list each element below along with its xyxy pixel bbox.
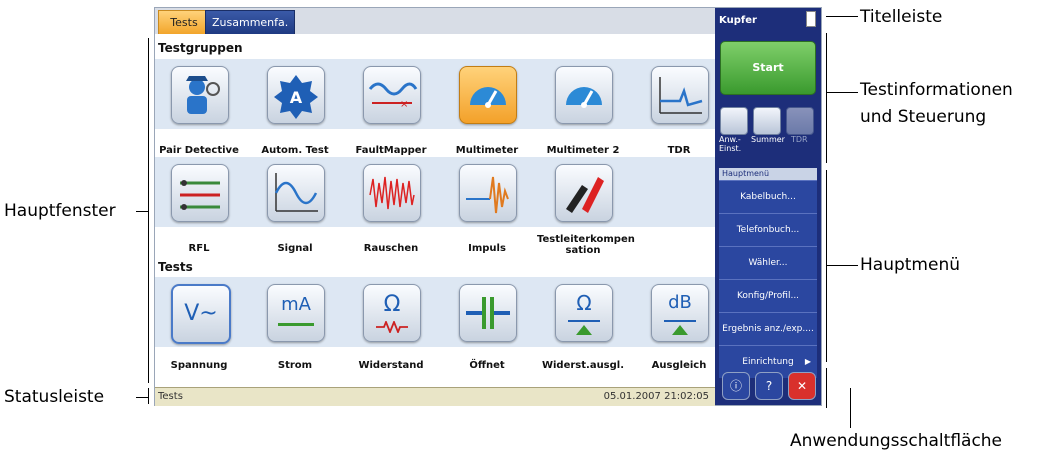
test-label: Widerst.ausgl. [541, 360, 625, 371]
menu-item-cable-book[interactable]: Kabelbuch... [719, 180, 817, 213]
callout-titelleiste: Titelleiste [860, 7, 943, 27]
control-panel: Kupfer Start Anw.-Einst. Summer TDR Haup… [715, 8, 821, 405]
gauge-icon[interactable] [555, 66, 613, 124]
title-bar: Kupfer [715, 8, 821, 32]
icon-row-band [155, 157, 715, 227]
callout-bracket [826, 33, 827, 163]
svg-text:A: A [290, 88, 303, 107]
help-icon[interactable]: ? [755, 372, 783, 400]
icon-row-band [155, 59, 715, 129]
callout-anwendung: Anwendungsschaltfläche [790, 431, 1003, 451]
callout-statusleiste: Statusleiste [4, 387, 105, 407]
current-glyph: mA [281, 294, 311, 315]
menu-item-config-profile[interactable]: Konfig/Profil... [719, 279, 817, 312]
testgroup-label: Pair Detective [159, 145, 239, 156]
small-button-label: TDR [791, 135, 808, 144]
callout-hauptmenue: Hauptmenü [860, 255, 960, 275]
menu-item-results[interactable]: Ergebnis anz./exp.... [719, 312, 817, 345]
testgroup-label: Multimeter 2 [546, 145, 620, 156]
voltage-glyph: V~ [184, 301, 218, 326]
db-balance-icon[interactable]: dB [651, 284, 709, 342]
testgroup-label: RFL [188, 243, 210, 254]
tab-tests[interactable]: Tests [158, 10, 210, 35]
battery-icon [806, 11, 816, 27]
callout-line [826, 265, 858, 266]
menu-item-phonebook[interactable]: Telefonbuch... [719, 213, 817, 246]
callout-testinfo: Testinformationen [860, 80, 1013, 100]
resistance-balance-icon[interactable]: Ω [555, 284, 613, 342]
test-label: Spannung [170, 360, 228, 371]
ohm-glyph: Ω [383, 292, 401, 317]
test-label: Widerstand [358, 360, 424, 371]
menu-item-setup-label: Einrichtung [742, 357, 794, 367]
test-label: Ausgleich [651, 360, 707, 371]
icon-row-band [155, 277, 715, 347]
testgroup-label: TDR [667, 145, 691, 156]
tab-summary[interactable]: Zusammenfa. [205, 10, 295, 35]
callout-line [136, 211, 148, 212]
section-title-testgroups: Testgruppen [158, 41, 243, 55]
small-button-label: Summer [751, 135, 785, 144]
current-icon[interactable]: mA [267, 284, 325, 342]
gauge-icon[interactable] [459, 66, 517, 124]
callout-line [826, 92, 858, 93]
menu-item-dialer[interactable]: Wähler... [719, 246, 817, 279]
test-leads-icon[interactable] [555, 164, 613, 222]
callout-bracket [148, 388, 149, 404]
resistance-icon[interactable]: Ω [363, 284, 421, 342]
status-bar: Tests 05.01.2007 21:02:05 [155, 387, 715, 406]
voltage-icon[interactable]: V~ [171, 284, 231, 344]
callout-line [850, 388, 851, 428]
detective-icon[interactable] [171, 66, 229, 124]
start-button[interactable]: Start [720, 41, 816, 95]
impulse-icon[interactable] [459, 164, 517, 222]
ohm-glyph: Ω [576, 291, 592, 315]
callout-bracket [826, 170, 827, 362]
testgroup-label: Rauschen [363, 243, 419, 254]
testgroup-label: Autom. Test [261, 145, 329, 156]
callout-bracket [148, 38, 149, 383]
test-label: Strom [277, 360, 313, 371]
callout-hauptfenster: Hauptfenster [4, 201, 116, 221]
wrench-icon[interactable] [720, 107, 748, 135]
fault-mapper-icon[interactable]: × [363, 66, 421, 124]
small-button-label: Anw.-Einst. [719, 135, 742, 153]
testgroup-label: Multimeter [455, 145, 519, 156]
main-window: Testgruppen Tests Pair Detective A Autom… [155, 34, 715, 387]
device-screen: Tests Zusammenfa. Testgruppen Tests Pair… [154, 7, 822, 406]
callout-line [826, 16, 858, 17]
testgroup-label: Testleiterkompen sation [537, 234, 635, 256]
info-icon[interactable]: ⓘ [722, 372, 750, 400]
section-title-tests: Tests [158, 260, 193, 274]
testgroup-label: Signal [277, 243, 313, 254]
tdr-trace-icon[interactable] [651, 66, 709, 124]
noise-icon[interactable] [363, 164, 421, 222]
testgroup-label: Impuls [468, 243, 506, 254]
callout-testinfo-2: und Steuerung [860, 107, 987, 127]
svg-text:×: × [400, 99, 408, 110]
sine-wave-icon[interactable] [267, 164, 325, 222]
rfl-icon[interactable] [171, 164, 229, 222]
app-title: Kupfer [719, 15, 757, 26]
close-icon[interactable]: ✕ [788, 372, 816, 400]
arrow-icon [278, 323, 314, 326]
status-datetime: 05.01.2007 21:02:05 [603, 391, 709, 402]
speaker-icon[interactable] [753, 107, 781, 135]
status-text: Tests [158, 391, 183, 402]
test-label: Öffnet [469, 360, 505, 371]
callout-line [136, 397, 148, 398]
tdr-trace-icon[interactable] [786, 107, 814, 135]
tab-bar: Tests Zusammenfa. [155, 8, 715, 35]
callout-bracket [826, 368, 827, 408]
testgroup-label: FaultMapper [355, 145, 427, 156]
db-glyph: dB [668, 292, 692, 313]
capacitor-icon[interactable] [459, 284, 517, 342]
main-menu-header: Hauptmenü [719, 168, 817, 180]
auto-test-icon[interactable]: A [267, 66, 325, 124]
